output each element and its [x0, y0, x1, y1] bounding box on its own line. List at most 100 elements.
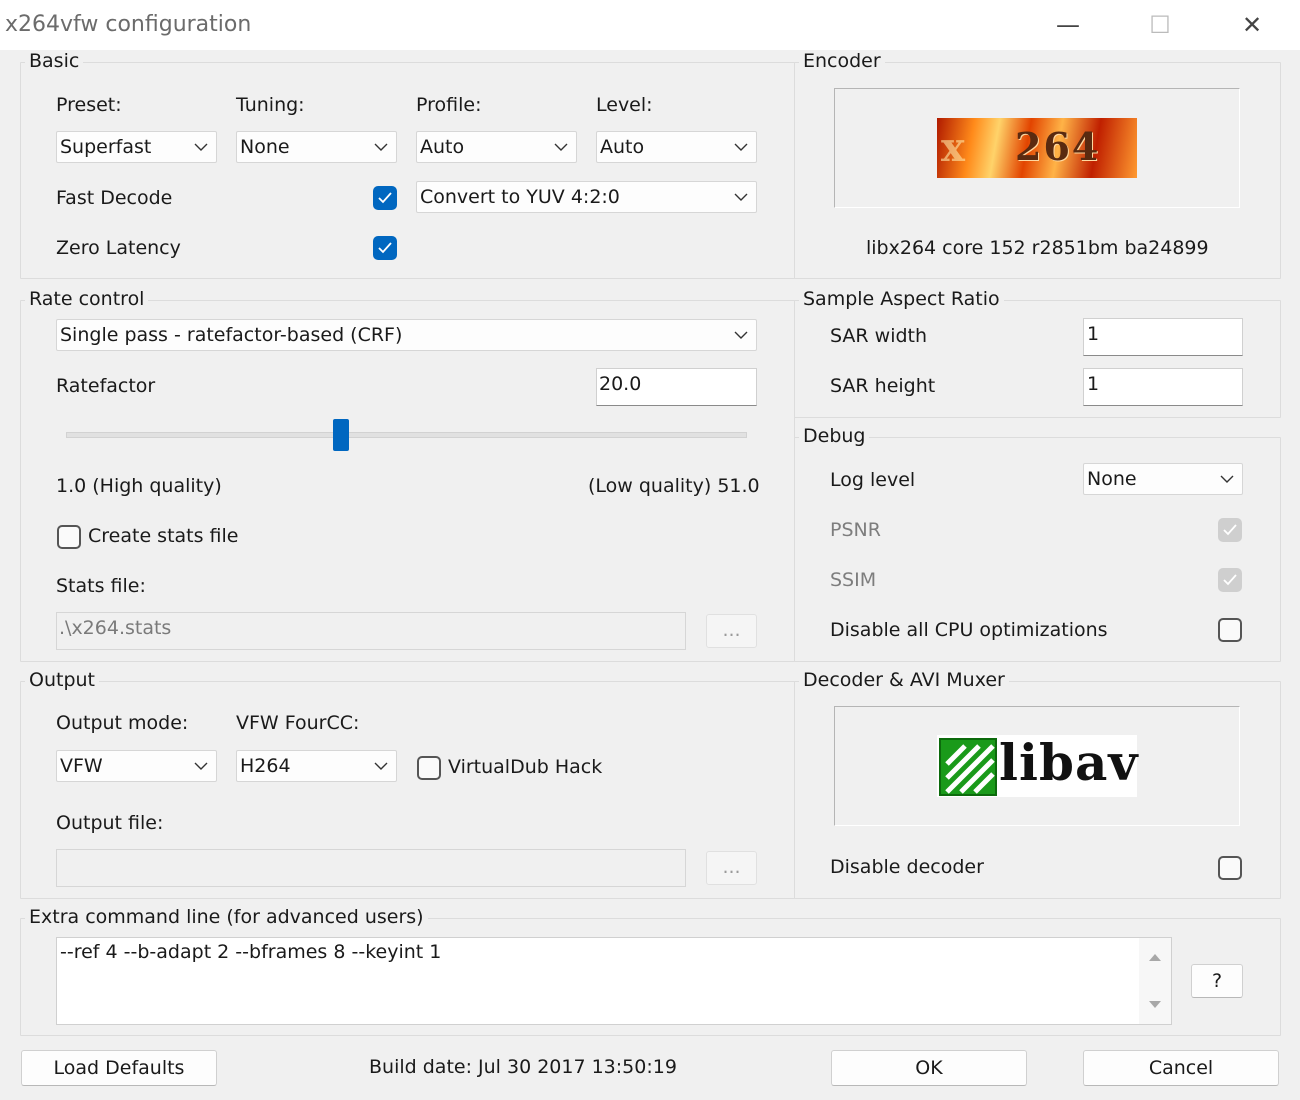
close-icon: ✕: [1241, 11, 1263, 39]
cancel-button[interactable]: Cancel: [1083, 1050, 1279, 1086]
load-defaults-label: Load Defaults: [53, 1057, 185, 1079]
scroll-up-icon[interactable]: [1149, 952, 1161, 962]
sar-width-input[interactable]: 1: [1083, 318, 1243, 356]
rate-mode-select[interactable]: Single pass - ratefactor-based (CRF): [56, 319, 757, 351]
close-button[interactable]: ✕: [1206, 0, 1298, 50]
rate-control-group-label: Rate control: [25, 288, 149, 310]
ssim-label: SSIM: [830, 569, 877, 591]
output-mode-value: VFW: [60, 755, 103, 777]
chevron-down-icon: [734, 143, 748, 151]
checkmark-icon: [378, 192, 392, 204]
level-select[interactable]: Auto: [596, 131, 757, 163]
chevron-down-icon: [194, 143, 208, 151]
chevron-down-icon: [734, 193, 748, 201]
profile-select[interactable]: Auto: [416, 131, 577, 163]
maximize-button[interactable]: ☐: [1114, 0, 1206, 50]
encoder-group-label: Encoder: [799, 50, 885, 72]
psnr-checkbox[interactable]: [1218, 518, 1242, 542]
colorspace-select[interactable]: Convert to YUV 4:2:0: [416, 181, 757, 213]
extra-cmd-textarea[interactable]: --ref 4 --b-adapt 2 --bframes 8 --keyint…: [56, 937, 1172, 1025]
tuning-select[interactable]: None: [236, 131, 397, 163]
stats-browse-label: ...: [722, 619, 741, 641]
extra-cmd-value: --ref 4 --b-adapt 2 --bframes 8 --keyint…: [60, 941, 442, 963]
title-bar[interactable]: x264vfw configuration — ☐ ✕: [0, 0, 1300, 50]
disable-decoder-checkbox[interactable]: [1218, 856, 1242, 880]
stats-browse-button[interactable]: ...: [706, 614, 757, 648]
level-label: Level:: [596, 94, 653, 116]
vdub-hack-checkbox[interactable]: [417, 756, 441, 780]
debug-group-label: Debug: [799, 425, 870, 447]
sar-height-input[interactable]: 1: [1083, 368, 1243, 406]
encoder-version: libx264 core 152 r2851bm ba24899: [866, 237, 1209, 259]
help-label: ?: [1211, 970, 1223, 992]
zero-latency-label: Zero Latency: [56, 237, 181, 259]
disable-cpu-label: Disable all CPU optimizations: [830, 619, 1108, 641]
basic-group-label: Basic: [25, 50, 84, 72]
maximize-icon: ☐: [1149, 11, 1171, 39]
log-level-label: Log level: [830, 469, 916, 491]
ratefactor-slider-track[interactable]: [66, 432, 747, 438]
slider-max-label: (Low quality) 51.0: [588, 475, 760, 497]
zero-latency-checkbox[interactable]: [373, 236, 397, 260]
create-stats-label[interactable]: Create stats file: [88, 525, 239, 547]
chevron-down-icon: [374, 762, 388, 770]
libav-logo-text: libav: [999, 733, 1139, 792]
ssim-checkbox[interactable]: [1218, 568, 1242, 592]
chevron-down-icon: [734, 331, 748, 339]
create-stats-checkbox[interactable]: [57, 525, 81, 549]
tuning-value: None: [240, 136, 290, 158]
log-level-value: None: [1087, 468, 1137, 490]
colorspace-value: Convert to YUV 4:2:0: [420, 186, 620, 208]
libav-logo: libav: [937, 733, 1139, 797]
checkmark-icon: [378, 242, 392, 254]
ratefactor-slider-thumb[interactable]: [333, 419, 349, 451]
ratefactor-label: Ratefactor: [56, 375, 156, 397]
level-value: Auto: [600, 136, 645, 158]
fast-decode-checkbox[interactable]: [373, 186, 397, 210]
chevron-down-icon: [374, 143, 388, 151]
output-browse-label: ...: [722, 856, 741, 878]
tuning-label: Tuning:: [236, 94, 305, 116]
log-level-select[interactable]: None: [1083, 463, 1243, 495]
x264-logo-prefix: x: [941, 124, 965, 171]
output-group-label: Output: [25, 669, 99, 691]
checkmark-icon: [1223, 574, 1237, 586]
disable-decoder-label: Disable decoder: [830, 856, 984, 878]
libav-logo-icon: [939, 738, 997, 796]
ok-button[interactable]: OK: [831, 1050, 1027, 1086]
preset-label: Preset:: [56, 94, 122, 116]
sar-group-label: Sample Aspect Ratio: [799, 288, 1004, 310]
output-file-input[interactable]: [56, 849, 686, 887]
preset-select[interactable]: Superfast: [56, 131, 217, 163]
load-defaults-button[interactable]: Load Defaults: [21, 1050, 217, 1086]
cancel-label: Cancel: [1148, 1057, 1214, 1079]
x264-logo-text: 264: [1015, 124, 1101, 169]
encoder-logo-frame: x 264: [834, 88, 1240, 208]
fourcc-select[interactable]: H264: [236, 750, 397, 782]
slider-min-label: 1.0 (High quality): [56, 475, 222, 497]
disable-cpu-checkbox[interactable]: [1218, 618, 1242, 642]
x264-logo: x 264: [937, 118, 1137, 178]
stats-file-input[interactable]: .\x264.stats: [56, 612, 686, 650]
output-file-label: Output file:: [56, 812, 164, 834]
psnr-label: PSNR: [830, 519, 881, 541]
sar-height-label: SAR height: [830, 375, 936, 397]
output-mode-label: Output mode:: [56, 712, 189, 734]
vdub-hack-label[interactable]: VirtualDub Hack: [448, 756, 602, 778]
stats-file-label: Stats file:: [56, 575, 146, 597]
output-browse-button[interactable]: ...: [706, 851, 757, 885]
chevron-down-icon: [554, 143, 568, 151]
ratefactor-input[interactable]: 20.0: [596, 368, 757, 406]
ok-label: OK: [915, 1057, 943, 1079]
scroll-down-icon[interactable]: [1149, 1000, 1161, 1010]
fast-decode-label: Fast Decode: [56, 187, 173, 209]
output-mode-select[interactable]: VFW: [56, 750, 217, 782]
minimize-icon: —: [1056, 11, 1080, 39]
minimize-button[interactable]: —: [1022, 0, 1114, 50]
ratefactor-value: 20.0: [599, 373, 642, 395]
help-button[interactable]: ?: [1191, 964, 1243, 998]
rate-mode-value: Single pass - ratefactor-based (CRF): [60, 324, 403, 346]
extra-cmd-scrollbar[interactable]: [1139, 938, 1171, 1024]
fourcc-label: VFW FourCC:: [236, 712, 360, 734]
window-title: x264vfw configuration: [5, 12, 252, 37]
